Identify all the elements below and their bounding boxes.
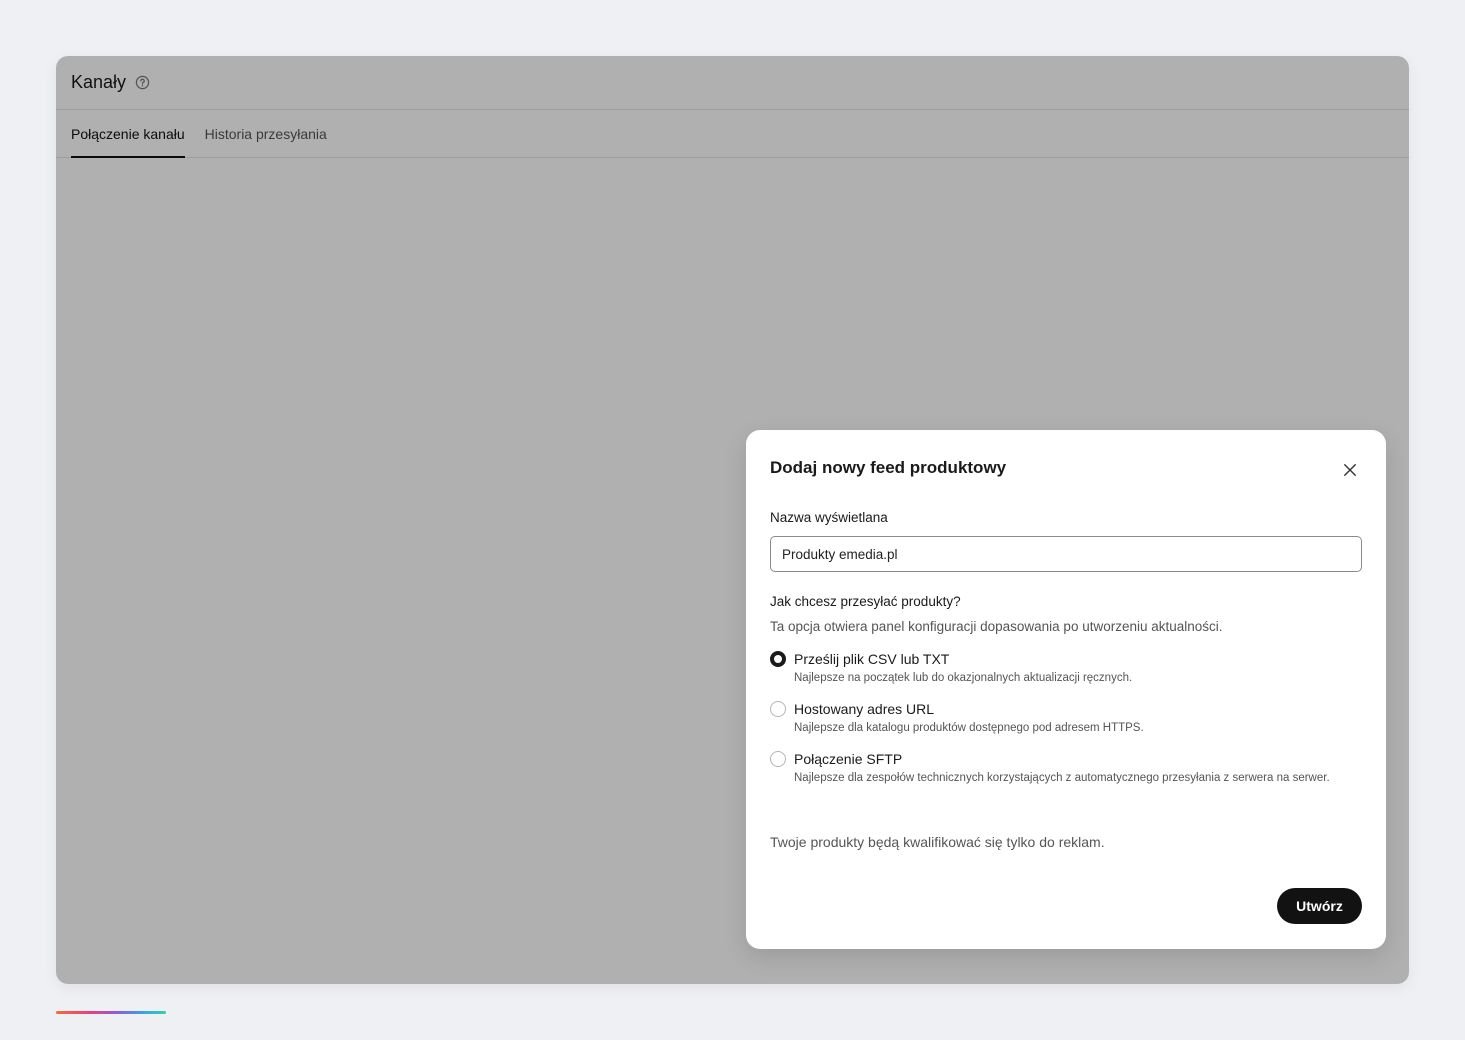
- option-label: Połączenie SFTP: [794, 751, 903, 767]
- option-label: Hostowany adres URL: [794, 701, 935, 717]
- radio-hosted-url[interactable]: [770, 701, 786, 717]
- radio-csv-txt[interactable]: [770, 651, 786, 667]
- display-name-input[interactable]: [770, 536, 1362, 572]
- display-name-label: Nazwa wyświetlana: [770, 510, 888, 525]
- option-hosted-url[interactable]: Hostowany adres URL Najlepsze dla katalo…: [770, 700, 1334, 737]
- option-description: Najlepsze dla zespołów technicznych korz…: [794, 772, 1330, 784]
- upload-method-question: Jak chcesz przesyłać produkty?: [770, 594, 961, 609]
- create-button[interactable]: Utwórz: [1277, 888, 1362, 924]
- option-label: Prześlij plik CSV lub TXT: [794, 651, 950, 667]
- option-description: Najlepsze na początek lub do okazjonalny…: [794, 672, 1133, 684]
- add-feed-modal: Dodaj nowy feed produktowy Nazwa wyświet…: [746, 430, 1386, 949]
- option-sftp[interactable]: Połączenie SFTP Najlepsze dla zespołów t…: [770, 750, 1334, 787]
- brand-gradient-bar: [56, 1011, 166, 1014]
- upload-method-hint: Ta opcja otwiera panel konfiguracji dopa…: [770, 619, 1223, 634]
- option-csv-txt[interactable]: Prześlij plik CSV lub TXT Najlepsze na p…: [770, 650, 1334, 687]
- modal-title: Dodaj nowy feed produktowy: [770, 458, 1007, 477]
- ads-eligibility-note: Twoje produkty będą kwalifikować się tyl…: [770, 834, 1105, 850]
- option-description: Najlepsze dla katalogu produktów dostępn…: [794, 722, 1144, 734]
- radio-sftp[interactable]: [770, 751, 786, 767]
- close-icon[interactable]: [1342, 462, 1358, 478]
